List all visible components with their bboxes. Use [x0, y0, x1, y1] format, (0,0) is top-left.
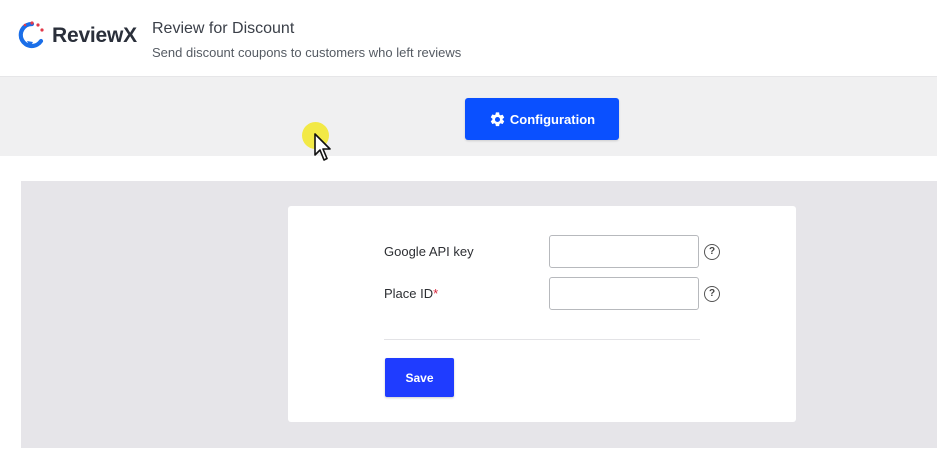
- google-api-key-label-text: Google API key: [384, 244, 474, 259]
- reviewx-logo-icon: [17, 19, 47, 53]
- place-id-input[interactable]: [549, 277, 699, 310]
- place-id-row: Place ID* ?: [384, 277, 720, 310]
- google-api-key-label: Google API key: [384, 244, 549, 259]
- settings-panel: Google API key ? Place ID* ? Save: [21, 181, 937, 448]
- page: ReviewX Review for Discount Send discoun…: [0, 0, 937, 468]
- form-divider: [384, 339, 700, 340]
- save-button[interactable]: Save: [385, 358, 454, 397]
- gear-icon: [489, 111, 506, 128]
- configuration-button[interactable]: Configuration: [465, 98, 619, 140]
- configuration-label: Configuration: [509, 111, 596, 127]
- mouse-pointer-icon: [313, 133, 333, 163]
- place-id-label-text: Place ID: [384, 286, 434, 301]
- page-subtitle: Send discount coupons to customers who l…: [152, 45, 462, 60]
- toolbar: Configuration: [0, 76, 937, 156]
- brand-name: ReviewX: [52, 24, 137, 47]
- google-api-key-row: Google API key ?: [384, 235, 720, 268]
- question-mark-icon[interactable]: ?: [704, 285, 720, 302]
- place-id-label: Place ID*: [384, 286, 549, 301]
- question-mark-icon[interactable]: ?: [704, 243, 720, 260]
- settings-card: Google API key ? Place ID* ? Save: [288, 206, 796, 422]
- page-title: Review for Discount: [152, 20, 295, 37]
- required-asterisk: *: [433, 286, 439, 301]
- google-api-key-input[interactable]: [549, 235, 699, 268]
- brand-logo: ReviewX: [17, 19, 137, 53]
- app-header: ReviewX Review for Discount Send discoun…: [0, 0, 937, 76]
